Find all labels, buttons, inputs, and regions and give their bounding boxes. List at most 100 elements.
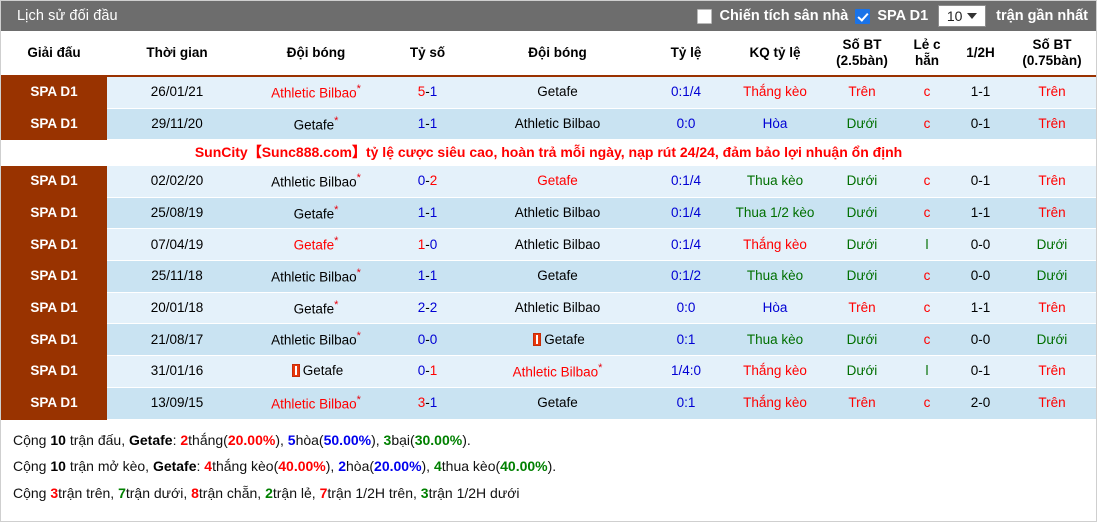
league-cell[interactable]: SPA D1 bbox=[1, 75, 107, 109]
table-row[interactable]: SPA D1 31/01/16 Getafe 0-1 Athletic Bilbao* 1… bbox=[1, 355, 1096, 388]
handicap-cell: 0:0 bbox=[645, 292, 727, 325]
table-row[interactable]: SPA D1 25/11/18 Athletic Bilbao* 1-1 Getafe 0… bbox=[1, 260, 1096, 293]
score-away: 1 bbox=[429, 115, 438, 131]
odd-even-cell: c bbox=[901, 260, 953, 293]
home-team-cell[interactable]: Getafe bbox=[247, 355, 385, 388]
table-row[interactable]: SPA D1 25/08/19 Getafe* 1-1 Athletic Bilbao 0… bbox=[1, 197, 1096, 230]
away-team-cell[interactable]: Athletic Bilbao bbox=[470, 197, 645, 230]
home-team-cell[interactable]: Getafe* bbox=[247, 197, 385, 230]
date-cell: 31/01/16 bbox=[107, 355, 247, 388]
home-advantage-star: * bbox=[356, 267, 361, 280]
score-cell: 0-2 bbox=[385, 165, 470, 198]
score-cell: 0-1 bbox=[385, 355, 470, 388]
table-row[interactable]: SPA D1 07/04/19 Getafe* 1-0 Athletic Bilbao 0… bbox=[1, 228, 1096, 262]
away-team-cell[interactable]: Athletic Bilbao* bbox=[470, 355, 645, 388]
away-team-cell[interactable]: Athletic Bilbao bbox=[470, 228, 645, 262]
league-cell[interactable]: SPA D1 bbox=[1, 292, 107, 325]
home-team-cell[interactable]: Athletic Bilbao* bbox=[247, 260, 385, 293]
promo-banner-row[interactable]: SunCity【Sunc888.com】tỷ lệ cược siêu cao,… bbox=[1, 139, 1096, 167]
score-away: 1 bbox=[429, 363, 438, 379]
score-away: 2 bbox=[429, 173, 438, 189]
date-cell: 02/02/20 bbox=[107, 165, 247, 198]
league-cell[interactable]: SPA D1 bbox=[1, 228, 107, 262]
score-cell: 3-1 bbox=[385, 387, 470, 420]
away-team-cell[interactable]: Athletic Bilbao bbox=[470, 108, 645, 141]
col-home-team: Đội bóng bbox=[247, 31, 385, 77]
table-row[interactable]: SPA D1 02/02/20 Athletic Bilbao* 0-2 Getafe 0… bbox=[1, 165, 1096, 198]
home-advantage-star: * bbox=[356, 172, 361, 185]
home-team-cell[interactable]: Getafe* bbox=[247, 228, 385, 262]
handicap-cell: 0:0 bbox=[645, 108, 727, 141]
home-team-name: Getafe bbox=[293, 301, 335, 317]
promo-banner-text[interactable]: SunCity【Sunc888.com】tỷ lệ cược siêu cao,… bbox=[1, 139, 1096, 167]
score-cell: 1-0 bbox=[385, 228, 470, 262]
col-half: 1/2H bbox=[953, 31, 1008, 77]
home-advantage-star: * bbox=[356, 82, 361, 95]
table-row[interactable]: SPA D1 20/01/18 Getafe* 2-2 Athletic Bilbao 0… bbox=[1, 292, 1096, 325]
col-ou-075: Số BT (0.75bàn) bbox=[1008, 31, 1096, 77]
ou25-cell: Trên bbox=[823, 75, 901, 109]
away-team-name: Athletic Bilbao bbox=[514, 300, 601, 316]
score-away: 1 bbox=[429, 84, 438, 100]
summary-line-handicap: Cộng 10 trận mở kèo, Getafe: 4thắng kèo(… bbox=[13, 458, 557, 475]
away-team-cell[interactable]: Getafe bbox=[470, 75, 645, 109]
away-team-name: Athletic Bilbao bbox=[512, 364, 599, 380]
half-score-cell: 1-1 bbox=[953, 197, 1008, 230]
home-team-name: Getafe bbox=[293, 117, 335, 133]
half-score-cell: 1-1 bbox=[953, 75, 1008, 109]
ou075-cell: Dưới bbox=[1008, 228, 1096, 262]
summary-line-totals: Cộng 3trận trên, 7trận dưới, 8trận chẵn,… bbox=[13, 485, 520, 502]
h2h-table: Giải đấu Thời gian Đội bóng Tỷ số Đội bó… bbox=[1, 31, 1096, 420]
away-team-name: Athletic Bilbao bbox=[514, 115, 601, 131]
page-title: Lịch sử đối đầu bbox=[17, 8, 118, 24]
h2h-panel: Lịch sử đối đầu Chiến tích sân nhà SPA D… bbox=[0, 0, 1097, 522]
league-cell[interactable]: SPA D1 bbox=[1, 355, 107, 388]
home-advantage-star: * bbox=[334, 235, 339, 248]
score-away: 1 bbox=[429, 268, 438, 284]
home-team-cell[interactable]: Getafe* bbox=[247, 292, 385, 325]
table-row[interactable]: SPA D1 26/01/21 Athletic Bilbao* 5-1 Getafe 0… bbox=[1, 75, 1096, 109]
odd-even-cell: c bbox=[901, 292, 953, 325]
table-row[interactable]: SPA D1 29/11/20 Getafe* 1-1 Athletic Bilbao 0… bbox=[1, 108, 1096, 141]
league-cell[interactable]: SPA D1 bbox=[1, 197, 107, 230]
ou25-cell: Dưới bbox=[823, 323, 901, 357]
match-count-select[interactable]: 10 bbox=[938, 5, 987, 27]
score-away: 0 bbox=[429, 331, 438, 347]
half-score-cell: 0-0 bbox=[953, 323, 1008, 357]
league-cell[interactable]: SPA D1 bbox=[1, 165, 107, 198]
ou25-cell: Dưới bbox=[823, 228, 901, 262]
league-cell[interactable]: SPA D1 bbox=[1, 108, 107, 141]
away-team-cell[interactable]: Getafe bbox=[470, 260, 645, 293]
ou25-cell: Dưới bbox=[823, 355, 901, 388]
home-team-cell[interactable]: Athletic Bilbao* bbox=[247, 387, 385, 420]
handicap-result-cell: Thắng kèo bbox=[727, 228, 823, 262]
table-row[interactable]: SPA D1 13/09/15 Athletic Bilbao* 3-1 Getafe 0… bbox=[1, 387, 1096, 420]
away-team-cell[interactable]: Getafe bbox=[470, 323, 645, 357]
away-team-cell[interactable]: Getafe bbox=[470, 387, 645, 420]
col-odd-even: Lẻ c hẵn bbox=[901, 31, 953, 77]
away-team-name: Getafe bbox=[537, 268, 578, 284]
odd-even-cell: c bbox=[901, 108, 953, 141]
ou075-cell: Trên bbox=[1008, 292, 1096, 325]
handicap-cell: 0:1/4 bbox=[645, 197, 727, 230]
score-away: 1 bbox=[429, 395, 438, 411]
league-cell[interactable]: SPA D1 bbox=[1, 323, 107, 357]
home-team-name: Getafe bbox=[293, 206, 335, 222]
handicap-cell: 0:1 bbox=[645, 323, 727, 357]
home-team-cell[interactable]: Athletic Bilbao* bbox=[247, 165, 385, 198]
score-cell: 0-0 bbox=[385, 323, 470, 357]
home-team-cell[interactable]: Athletic Bilbao* bbox=[247, 75, 385, 109]
league-filter-checkbox[interactable] bbox=[855, 8, 871, 24]
league-cell[interactable]: SPA D1 bbox=[1, 260, 107, 293]
half-score-cell: 1-1 bbox=[953, 292, 1008, 325]
home-record-checkbox[interactable] bbox=[697, 8, 713, 24]
away-team-cell[interactable]: Athletic Bilbao bbox=[470, 292, 645, 325]
league-cell[interactable]: SPA D1 bbox=[1, 387, 107, 420]
home-team-cell[interactable]: Athletic Bilbao* bbox=[247, 323, 385, 357]
handicap-cell: 0:1/2 bbox=[645, 260, 727, 293]
home-team-cell[interactable]: Getafe* bbox=[247, 108, 385, 141]
date-cell: 25/11/18 bbox=[107, 260, 247, 293]
table-row[interactable]: SPA D1 21/08/17 Athletic Bilbao* 0-0 Getafe 0… bbox=[1, 323, 1096, 357]
away-team-cell[interactable]: Getafe bbox=[470, 165, 645, 198]
away-team-name: Athletic Bilbao bbox=[514, 236, 601, 252]
